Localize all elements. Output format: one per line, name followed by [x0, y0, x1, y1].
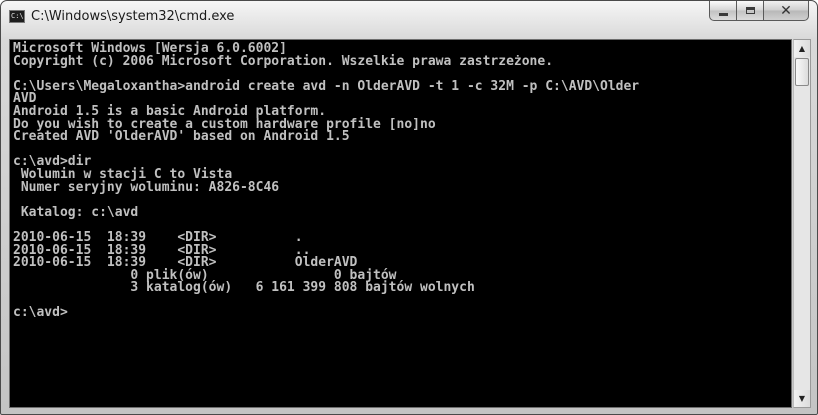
console-line: Created AVD 'OlderAVD' based on Android …	[13, 129, 350, 145]
scroll-down-button[interactable]: ▼	[794, 390, 810, 407]
console-line: Copyright (c) 2006 Microsoft Corporation…	[13, 53, 554, 69]
maximize-icon	[745, 7, 755, 14]
console-output[interactable]: Microsoft Windows [Wersja 6.0.6002] Copyr…	[9, 39, 792, 408]
cmd-icon[interactable]: C:\	[9, 10, 25, 23]
window-title: C:\Windows\system32\cmd.exe	[31, 9, 235, 24]
minimize-icon	[718, 12, 728, 16]
maximize-button[interactable]	[736, 1, 763, 21]
caption-buttons: ✕	[709, 1, 809, 22]
scroll-thumb[interactable]	[795, 58, 809, 86]
console-line: c:\avd>	[13, 305, 68, 321]
console-line: Numer seryjny woluminu: A826-8C46	[13, 179, 280, 195]
scroll-down-arrow-icon: ▼	[798, 394, 806, 403]
cmd-window: C:\ C:\Windows\system32\cmd.exe ✕ Micros…	[0, 0, 818, 415]
scroll-up-arrow-icon: ▲	[798, 44, 806, 53]
console-text: Microsoft Windows [Wersja 6.0.6002] Copyr…	[13, 42, 791, 321]
close-button[interactable]: ✕	[763, 1, 809, 21]
console-line: C:\Users\Megaloxantha>android create avd…	[13, 78, 640, 94]
minimize-button[interactable]	[709, 1, 736, 21]
close-icon: ✕	[780, 2, 792, 19]
title-bar[interactable]: C:\ C:\Windows\system32\cmd.exe ✕	[1, 1, 817, 35]
scroll-up-button[interactable]: ▲	[794, 40, 810, 57]
vertical-scrollbar[interactable]: ▲ ▼	[793, 39, 811, 408]
console-line: Katalog: c:\avd	[13, 204, 139, 220]
console-line: 3 katalog(ów) 6 161 399 808 bajtów wolny…	[13, 280, 475, 296]
